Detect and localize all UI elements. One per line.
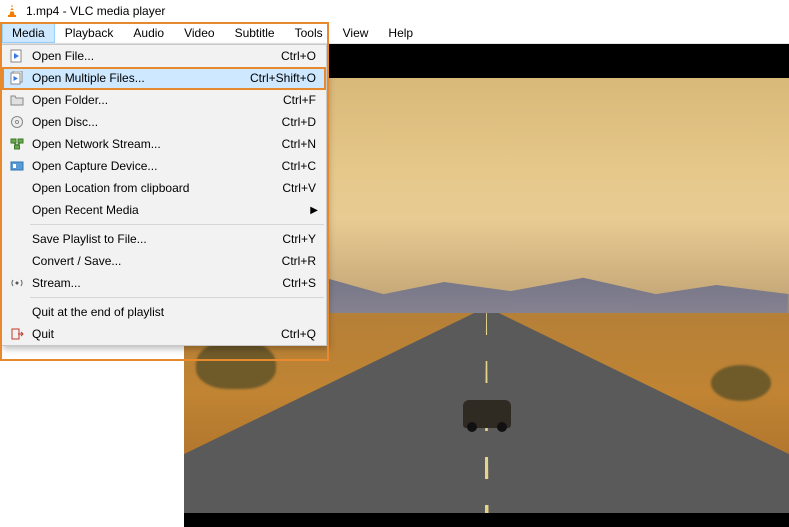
menu-open-file[interactable]: Open File... Ctrl+O — [2, 45, 326, 67]
menu-open-multiple-files[interactable]: Open Multiple Files... Ctrl+Shift+O — [2, 67, 326, 89]
submenu-arrow-icon: ▶ — [310, 205, 318, 216]
disc-icon — [6, 115, 28, 129]
menubar-audio[interactable]: Audio — [123, 23, 174, 43]
menu-label: Open Recent Media — [28, 203, 316, 217]
menubar-video[interactable]: Video — [174, 23, 224, 43]
menu-label: Quit — [28, 327, 281, 341]
capture-card-icon — [6, 159, 28, 173]
title-bar: 1.mp4 - VLC media player — [0, 0, 789, 22]
menu-convert-save[interactable]: Convert / Save... Ctrl+R — [2, 250, 326, 272]
menu-quit-at-end[interactable]: Quit at the end of playlist — [2, 301, 326, 323]
files-play-icon — [6, 71, 28, 85]
menu-label: Stream... — [28, 276, 282, 290]
menu-shortcut: Ctrl+F — [283, 93, 316, 107]
menu-separator — [30, 297, 324, 298]
network-icon — [6, 137, 28, 151]
file-play-icon — [6, 49, 28, 63]
menu-shortcut: Ctrl+D — [282, 115, 316, 129]
menu-shortcut: Ctrl+N — [282, 137, 316, 151]
menu-shortcut: Ctrl+Y — [282, 232, 316, 246]
menu-label: Open File... — [28, 49, 281, 63]
menubar-view[interactable]: View — [333, 23, 379, 43]
menu-label: Save Playlist to File... — [28, 232, 282, 246]
menu-separator — [30, 224, 324, 225]
media-menu-dropdown: Open File... Ctrl+O Open Multiple Files.… — [1, 44, 327, 346]
menu-bar: Media Playback Audio Video Subtitle Tool… — [0, 22, 789, 44]
menu-label: Open Network Stream... — [28, 137, 282, 151]
menu-label: Convert / Save... — [28, 254, 282, 268]
menu-open-folder[interactable]: Open Folder... Ctrl+F — [2, 89, 326, 111]
menu-label: Open Folder... — [28, 93, 283, 107]
vlc-cone-icon — [4, 3, 20, 19]
menu-shortcut: Ctrl+V — [282, 181, 316, 195]
menu-label: Open Disc... — [28, 115, 282, 129]
menu-shortcut: Ctrl+Q — [281, 327, 316, 341]
menubar-playback[interactable]: Playback — [55, 23, 124, 43]
menu-open-capture-device[interactable]: Open Capture Device... Ctrl+C — [2, 155, 326, 177]
menubar-subtitle[interactable]: Subtitle — [225, 23, 285, 43]
menu-open-location-clipboard[interactable]: Open Location from clipboard Ctrl+V — [2, 177, 326, 199]
menubar-tools[interactable]: Tools — [285, 23, 333, 43]
menu-open-recent-media[interactable]: Open Recent Media ▶ — [2, 199, 326, 221]
menu-open-disc[interactable]: Open Disc... Ctrl+D — [2, 111, 326, 133]
menu-shortcut: Ctrl+Shift+O — [250, 71, 316, 85]
menubar-help[interactable]: Help — [378, 23, 423, 43]
menu-open-network-stream[interactable]: Open Network Stream... Ctrl+N — [2, 133, 326, 155]
exit-icon — [6, 327, 28, 341]
folder-icon — [6, 93, 28, 107]
window-title: 1.mp4 - VLC media player — [26, 4, 165, 18]
menu-label: Quit at the end of playlist — [28, 305, 316, 319]
menubar-media[interactable]: Media — [2, 23, 55, 43]
menu-shortcut: Ctrl+S — [282, 276, 316, 290]
menu-stream[interactable]: Stream... Ctrl+S — [2, 272, 326, 294]
menu-label: Open Capture Device... — [28, 159, 282, 173]
menu-save-playlist[interactable]: Save Playlist to File... Ctrl+Y — [2, 228, 326, 250]
menu-shortcut: Ctrl+O — [281, 49, 316, 63]
menu-label: Open Location from clipboard — [28, 181, 282, 195]
menu-shortcut: Ctrl+C — [282, 159, 316, 173]
menu-shortcut: Ctrl+R — [282, 254, 316, 268]
stream-icon — [6, 276, 28, 290]
menu-quit[interactable]: Quit Ctrl+Q — [2, 323, 326, 345]
menu-label: Open Multiple Files... — [28, 71, 250, 85]
